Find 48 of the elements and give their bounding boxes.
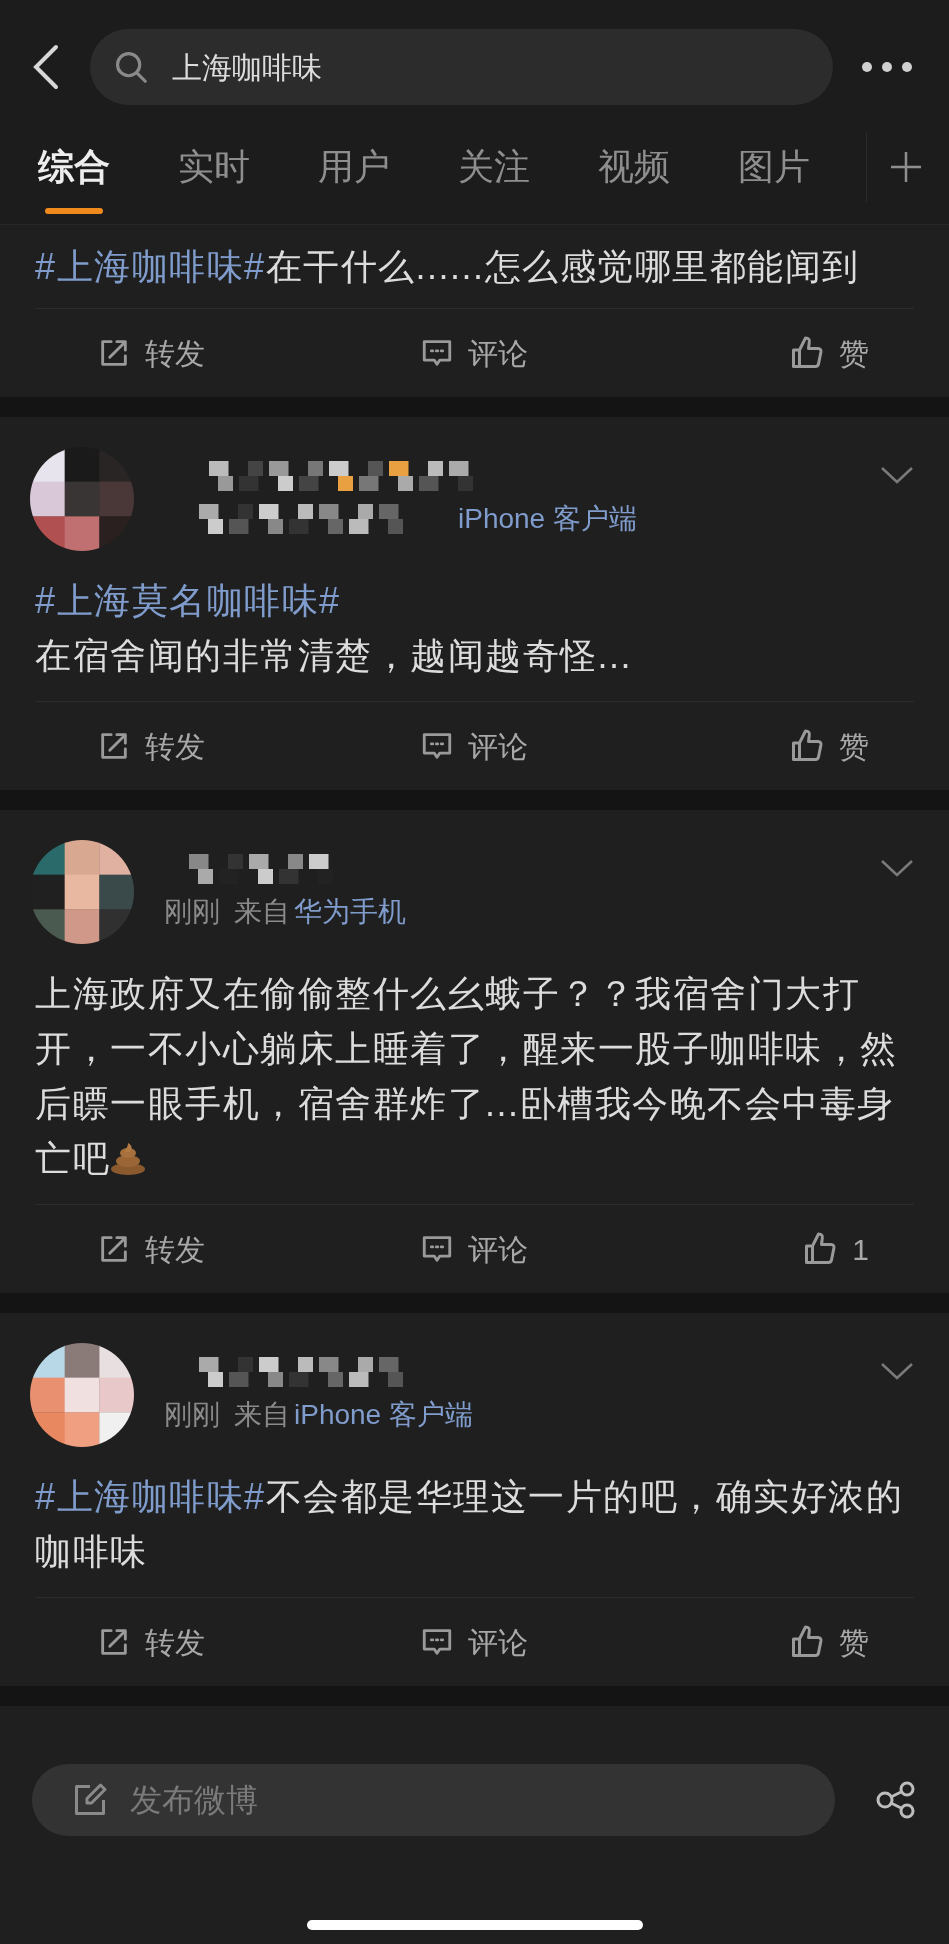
topic-link[interactable]: #上海莫名咖啡味# — [35, 580, 341, 621]
edit-icon — [72, 1782, 108, 1818]
share-icon[interactable] — [875, 1781, 917, 1819]
comment-button[interactable]: 评论 — [336, 1598, 613, 1686]
avatar[interactable] — [30, 840, 134, 944]
tab-underline — [45, 208, 103, 214]
tab[interactable]: 视频 — [598, 142, 670, 192]
like-button[interactable]: 1 — [612, 1205, 889, 1293]
thumbs-up-icon — [789, 728, 825, 764]
search-field[interactable]: 上海咖啡味 — [90, 29, 833, 105]
chevron-down-icon[interactable] — [880, 1361, 914, 1381]
plus-icon[interactable] — [889, 150, 923, 184]
post-text: 在宿舍闻的非常清楚，越闻越奇怪... — [35, 634, 633, 678]
chevron-down-icon[interactable] — [880, 465, 914, 485]
source-link[interactable]: 华为手机 — [294, 894, 406, 930]
poop-emoji-icon — [110, 1141, 146, 1175]
post-text: #上海咖啡味#在干什么......怎么感觉哪里都能闻到 — [35, 245, 861, 289]
post-text: 上海政府又在偷偷整什么幺蛾子？？我宿舍门大打开，一不小心躺床上睡着了，醒来一股子咖啡味，然后瞟一眼手机，宿舍群炸了...卧槽我今晚不会中毒身亡吧 — [35, 972, 899, 1181]
like-button[interactable]: 赞 — [612, 702, 889, 790]
tab[interactable]: 用户 — [318, 142, 390, 192]
source-link[interactable]: iPhone 客户端 — [294, 1397, 473, 1433]
avatar[interactable] — [30, 1343, 134, 1447]
avatar[interactable] — [30, 447, 134, 551]
repost-button[interactable]: 转发 — [60, 1598, 337, 1686]
repost-button[interactable]: 转发 — [60, 702, 337, 790]
tab[interactable]: 综合 — [38, 142, 110, 192]
comment-button[interactable]: 评论 — [336, 309, 613, 397]
comment-button[interactable]: 评论 — [336, 702, 613, 790]
topic-link[interactable]: #上海咖啡味# — [35, 1476, 266, 1517]
repost-button[interactable]: 转发 — [60, 1205, 337, 1293]
thumbs-up-icon — [789, 1624, 825, 1660]
thumbs-up-icon — [789, 335, 825, 371]
post-time: 刚刚 — [164, 1398, 220, 1432]
post-time: 刚刚 — [164, 895, 220, 929]
source-prefix: 来自 — [234, 1398, 290, 1432]
chevron-down-icon[interactable] — [880, 858, 914, 878]
comment-button[interactable]: 评论 — [336, 1205, 613, 1293]
post-text: #上海咖啡味#不会都是华理这一片的吧，确实好浓的咖啡味 — [35, 1475, 905, 1574]
like-button[interactable]: 赞 — [612, 309, 889, 397]
source-link[interactable]: iPhone 客户端 — [458, 501, 637, 537]
topic-link[interactable]: #上海咖啡味# — [35, 246, 266, 287]
more-icon[interactable] — [861, 61, 913, 73]
like-button[interactable]: 赞 — [612, 1598, 889, 1686]
source-prefix: 来自 — [234, 895, 290, 929]
tab[interactable]: 实时 — [178, 142, 250, 192]
tab[interactable]: 图片 — [738, 142, 810, 192]
tab[interactable]: 关注 — [458, 142, 530, 192]
repost-button[interactable]: 转发 — [60, 309, 337, 397]
